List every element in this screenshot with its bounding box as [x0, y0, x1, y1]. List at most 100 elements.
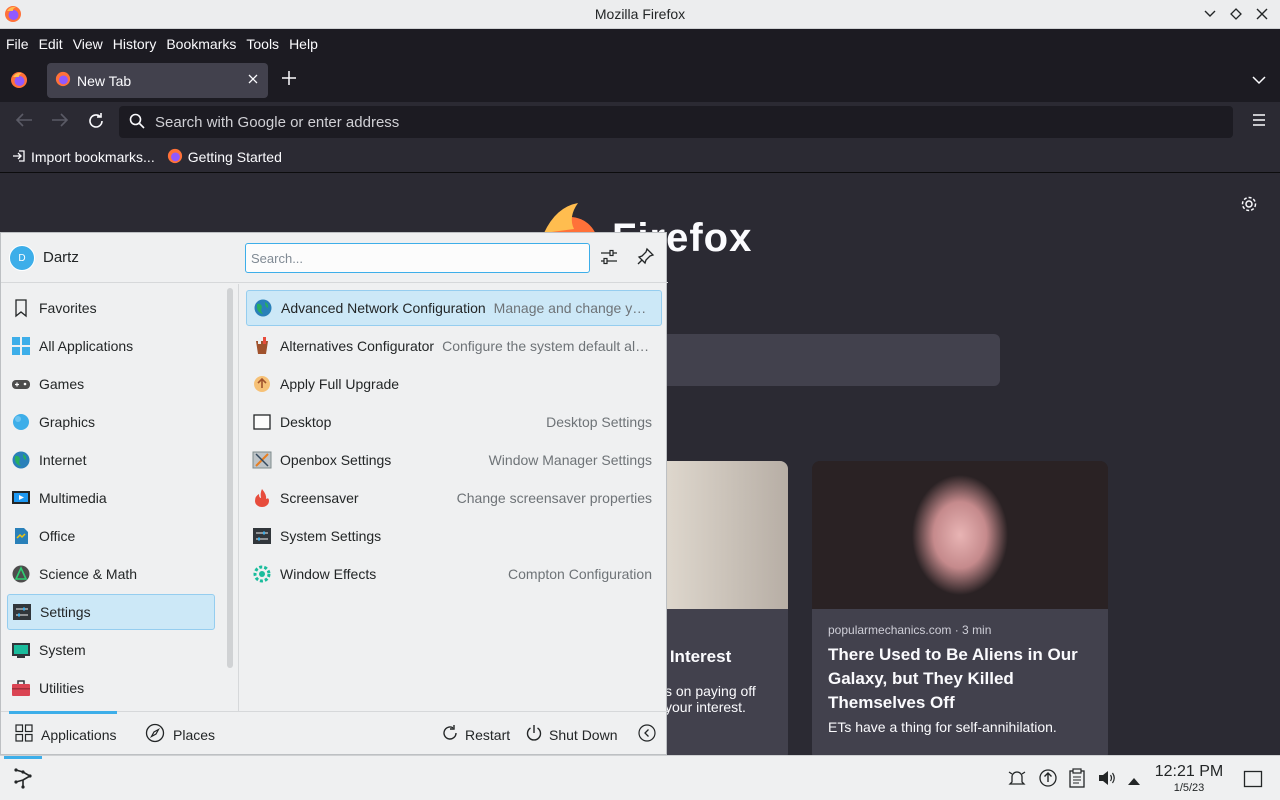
category-label: System [39, 642, 86, 658]
bookmark-import[interactable]: Import bookmarks... [12, 149, 155, 166]
address-bar[interactable]: Search with Google or enter address [119, 106, 1233, 138]
launcher-header: D Dartz [1, 233, 668, 283]
application-launcher-button[interactable] [4, 756, 42, 800]
category-label: Favorites [39, 300, 97, 316]
application-launcher: D Dartz Favorites All Applications Games… [0, 232, 668, 756]
tray-expand-arrow-icon[interactable] [1127, 773, 1141, 789]
category-list: Favorites All Applications Games Graphic… [1, 284, 239, 711]
category-all-applications[interactable]: All Applications [7, 328, 215, 364]
configure-icon[interactable] [599, 247, 619, 270]
upgrade-icon [252, 374, 272, 394]
user-name: Dartz [43, 249, 79, 266]
category-internet[interactable]: Internet [7, 442, 215, 478]
category-label: All Applications [39, 338, 134, 354]
category-office[interactable]: Office [7, 518, 215, 554]
app-name: Advanced Network Configuration [281, 300, 486, 316]
shutdown-label: Shut Down [549, 726, 618, 743]
bookmark-import-label: Import bookmarks... [31, 149, 155, 165]
search-icon [129, 113, 145, 132]
avatar[interactable]: D [9, 245, 35, 271]
leave-menu-button[interactable] [638, 712, 656, 757]
menu-help[interactable]: Help [289, 36, 318, 52]
back-arrow-icon[interactable] [15, 112, 33, 132]
app-advanced-network-configuration[interactable]: Advanced Network Configuration Manage an… [246, 290, 662, 326]
story-card[interactable]: popularmechanics.com · 3 min There Used … [812, 461, 1108, 755]
forward-arrow-icon[interactable] [51, 112, 69, 132]
maximize-button[interactable] [1226, 4, 1246, 24]
restart-icon [441, 724, 459, 745]
app-description: Manage and change your network connectio… [493, 300, 661, 316]
app-desktop[interactable]: Desktop Desktop Settings [246, 404, 662, 440]
category-scrollbar[interactable] [227, 288, 233, 668]
category-label: Internet [39, 452, 87, 468]
app-name: Alternatives Configurator [280, 338, 435, 354]
shutdown-button[interactable]: Shut Down [525, 712, 617, 757]
system-settings-icon [252, 526, 272, 546]
tab-places[interactable]: Places [145, 712, 215, 757]
category-multimedia[interactable]: Multimedia [7, 480, 215, 516]
import-icon [12, 149, 26, 166]
story-headline: There Used to Be Aliens in Our Galaxy, b… [828, 645, 1078, 712]
app-openbox-settings[interactable]: Openbox Settings Window Manager Settings [246, 442, 662, 478]
app-alternatives-configurator[interactable]: Alternatives Configurator Configure the … [246, 328, 662, 364]
close-window-button[interactable] [1252, 4, 1272, 24]
navigation-bar: Search with Google or enter address [0, 102, 1280, 142]
new-tab-button[interactable] [281, 69, 297, 89]
window-titlebar: Mozilla Firefox [0, 0, 1280, 29]
menu-view[interactable]: View [73, 36, 103, 52]
bookmark-getting-started[interactable]: Getting Started [167, 148, 282, 167]
close-tab-icon[interactable] [248, 71, 258, 87]
menu-edit[interactable]: Edit [39, 36, 63, 52]
show-desktop-icon[interactable] [1243, 770, 1263, 791]
hamburger-menu-icon[interactable] [1252, 113, 1266, 129]
menu-tools[interactable]: Tools [246, 36, 279, 52]
digital-clock[interactable]: 12:21 PM 1/5/23 [1150, 763, 1228, 795]
firefox-logo-icon [4, 5, 22, 26]
category-label: Graphics [39, 414, 96, 430]
app-apply-full-upgrade[interactable]: Apply Full Upgrade [246, 366, 662, 402]
story-source: popularmechanics.com · 3 min [828, 623, 992, 637]
address-placeholder: Search with Google or enter address [155, 113, 400, 131]
tab-applications[interactable]: Applications [9, 711, 117, 757]
restart-button[interactable]: Restart [441, 712, 510, 757]
app-system-settings[interactable]: System Settings [246, 518, 662, 554]
app-name: Desktop [280, 414, 332, 430]
menu-bookmarks[interactable]: Bookmarks [166, 36, 236, 52]
reload-icon[interactable] [87, 112, 105, 134]
category-label: Science & Math [39, 566, 138, 582]
category-settings[interactable]: Settings [7, 594, 215, 630]
launcher-search-input[interactable] [245, 243, 590, 273]
category-label: Multimedia [39, 490, 107, 506]
app-description: Change screensaver properties [456, 490, 652, 506]
clipboard-icon[interactable] [1068, 768, 1086, 791]
notifications-icon[interactable] [1007, 768, 1027, 791]
app-screensaver[interactable]: Screensaver Change screensaver propertie… [246, 480, 662, 516]
firefox-view-icon[interactable] [10, 71, 28, 92]
taskbar: 12:21 PM 1/5/23 [0, 755, 1280, 800]
category-graphics[interactable]: Graphics [7, 404, 215, 440]
menu-history[interactable]: History [113, 36, 157, 52]
app-name: Apply Full Upgrade [280, 376, 400, 392]
category-science-math[interactable]: Science & Math [7, 556, 215, 592]
minimize-button[interactable] [1200, 4, 1220, 24]
volume-icon[interactable] [1097, 768, 1117, 791]
tab-new-tab[interactable]: New Tab [47, 63, 268, 98]
list-all-tabs-icon[interactable] [1252, 72, 1266, 88]
tab-strip: New Tab [0, 59, 1280, 102]
settings-icon [12, 602, 32, 622]
app-description: Compton Configuration [508, 566, 652, 582]
app-name: Screensaver [280, 490, 359, 506]
menu-file[interactable]: File [6, 36, 29, 52]
gear-icon[interactable] [1240, 195, 1258, 216]
clock-date: 1/5/23 [1173, 782, 1205, 794]
category-utilities[interactable]: Utilities [7, 670, 215, 706]
bookmarks-toolbar: Import bookmarks... Getting Started [0, 142, 1280, 173]
launcher-footer: Applications Places Restart Shut Down [1, 711, 668, 756]
category-favorites[interactable]: Favorites [7, 290, 215, 326]
update-icon[interactable] [1038, 768, 1058, 791]
category-system[interactable]: System [7, 632, 215, 668]
pin-icon[interactable] [637, 247, 655, 268]
app-description: Configure the system default alternative… [442, 338, 662, 354]
category-games[interactable]: Games [7, 366, 215, 402]
app-window-effects[interactable]: Window Effects Compton Configuration [246, 556, 662, 592]
